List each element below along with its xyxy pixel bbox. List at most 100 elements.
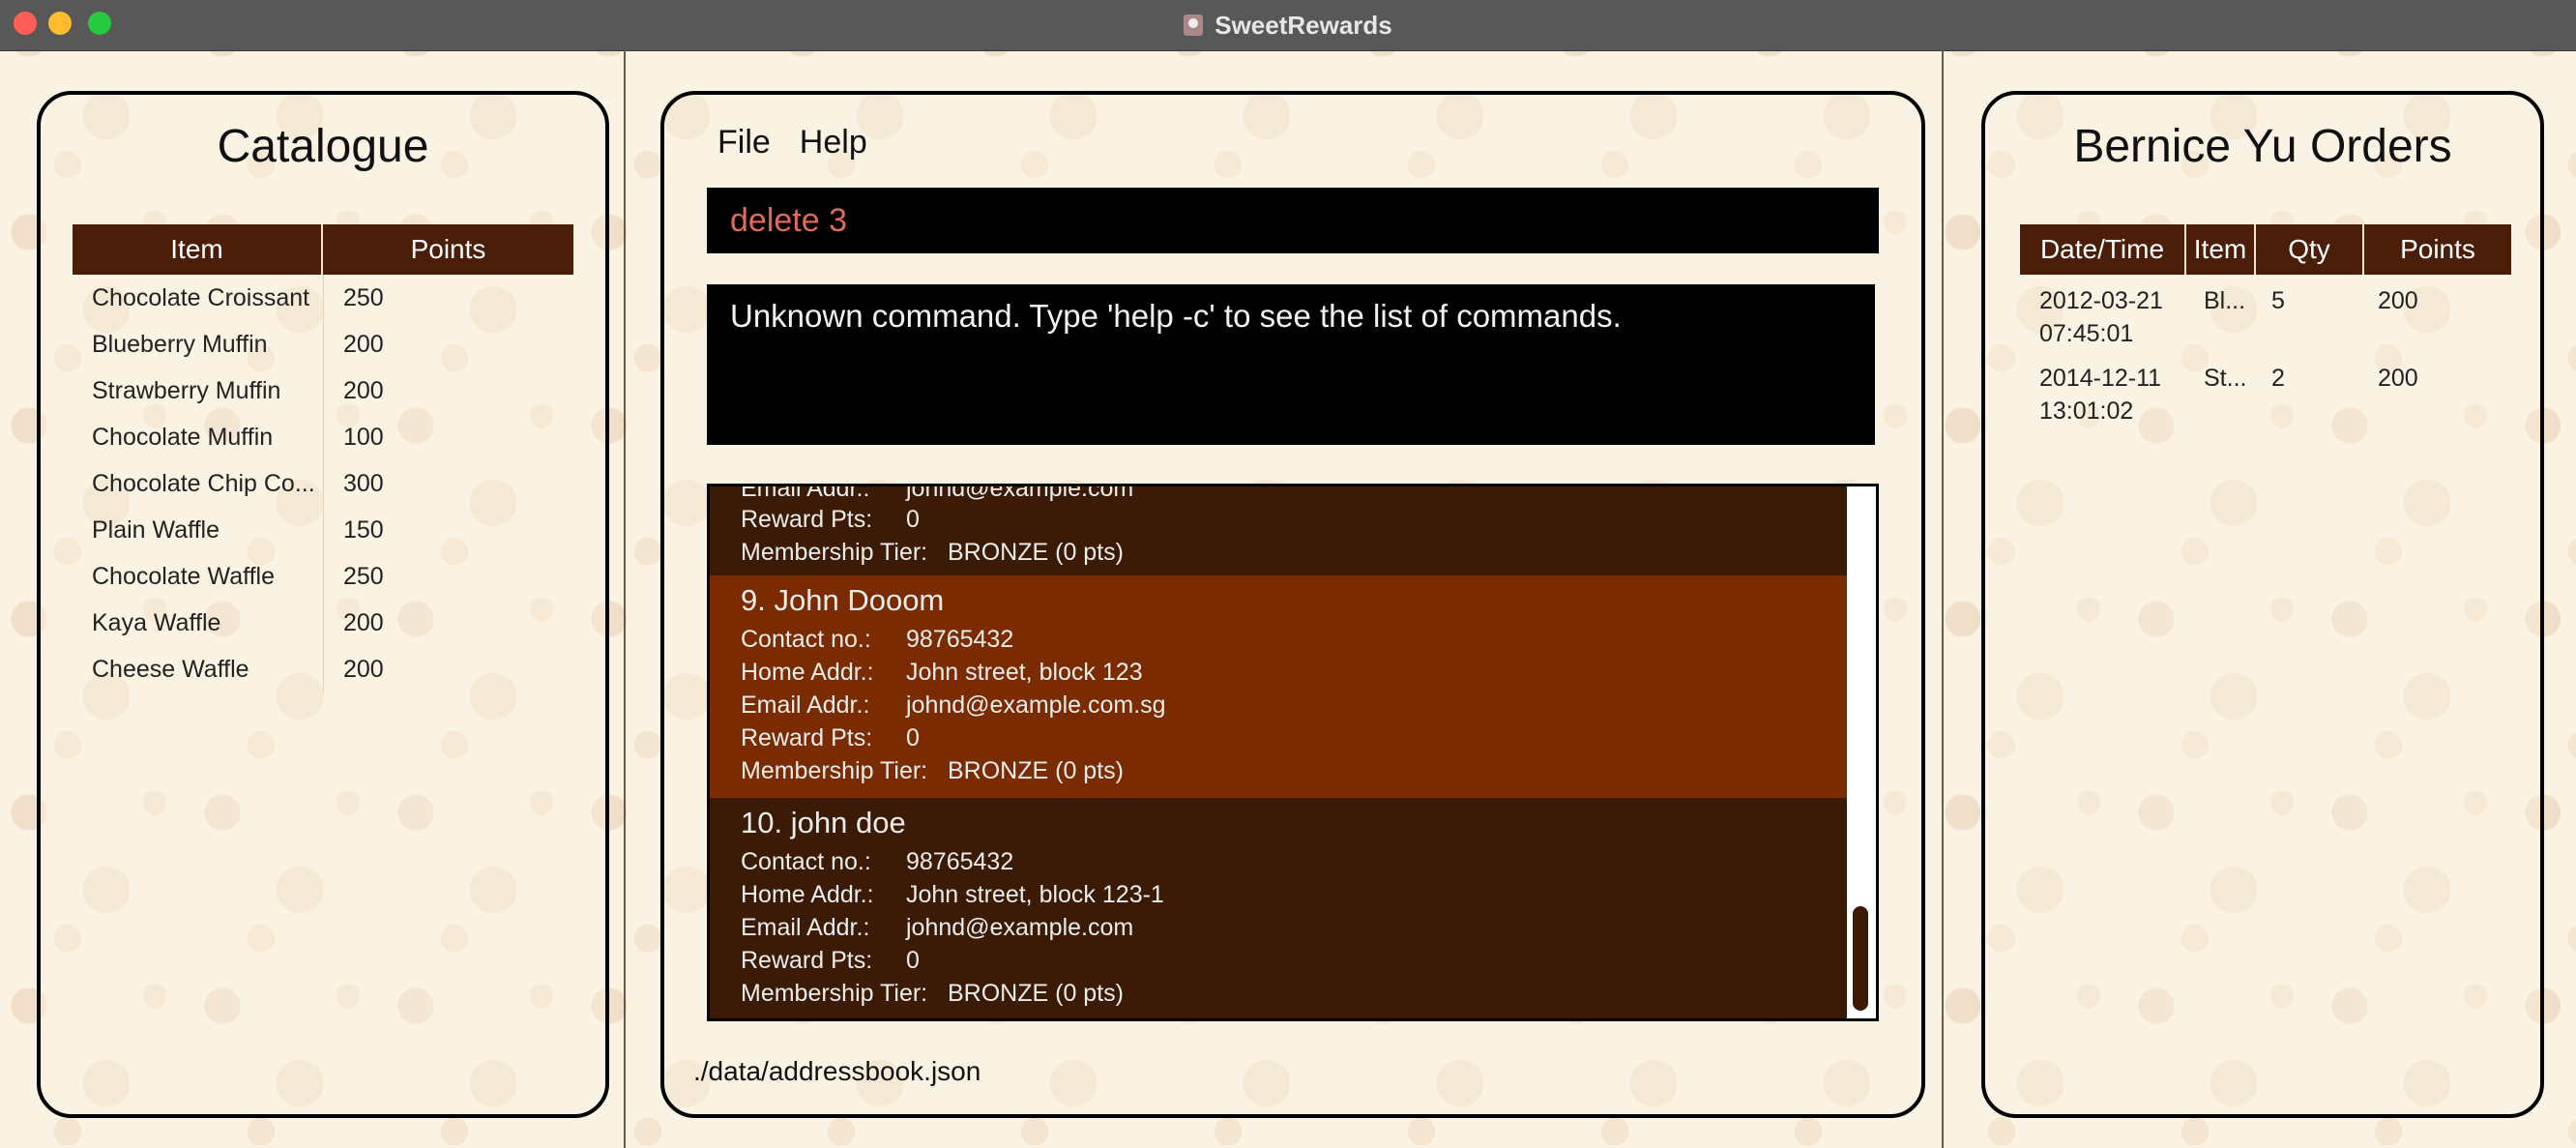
order-row[interactable]: 2012-03-21 07:45:01 Bl... 5 200 [2020, 275, 2511, 352]
customer-card[interactable]: 10. john doe Contact no.: 98765432 Home … [710, 798, 1847, 1018]
order-date: 2014-12-11 [2039, 365, 2162, 392]
column-header-item[interactable]: Item [2186, 224, 2256, 275]
customer-card-selected[interactable]: 9. John Dooom Contact no.: 98765432 Home… [710, 575, 1847, 798]
catalogue-rows: Chocolate Croissant 250 Blueberry Muffin 20… [73, 275, 573, 692]
order-points: 200 [2378, 287, 2418, 314]
contact-value: 98765432 [906, 848, 1014, 875]
customer-index: 10. [741, 806, 783, 839]
customer-list-viewport: Email Addr.: johnd@example.com Reward Pt… [710, 486, 1847, 1018]
column-header-qty[interactable]: Qty [2256, 224, 2364, 275]
list-scrollbar[interactable] [1847, 486, 1876, 1018]
tier-value: BRONZE (0 pts) [948, 980, 1124, 1007]
status-bar-path: ./data/addressbook.json [693, 1056, 981, 1086]
reward-value: 0 [906, 947, 920, 974]
catalogue-item-points: 300 [343, 469, 384, 497]
tier-label: Membership Tier: [741, 980, 928, 1007]
catalogue-item-name: Chocolate Muffin [73, 414, 324, 460]
reward-line: Reward Pts: 0 [741, 947, 920, 975]
contact-value: 98765432 [906, 626, 1014, 653]
contact-label: Contact no.: [741, 848, 871, 875]
command-input[interactable]: delete 3 [707, 188, 1879, 253]
split-divider-left[interactable] [624, 50, 626, 1148]
catalogue-row[interactable]: Chocolate Chip Co... 300 [73, 460, 573, 507]
home-value: John street, block 123-1 [906, 881, 1164, 908]
catalogue-row[interactable]: Strawberry Muffin 200 [73, 368, 573, 414]
column-header-points[interactable]: Points [323, 224, 573, 275]
contact-line: Contact no.: 98765432 [741, 626, 1013, 654]
tier-line: Membership Tier: BRONZE (0 pts) [741, 757, 1124, 785]
catalogue-item-name: Strawberry Muffin [73, 368, 324, 414]
catalogue-item-points: 200 [343, 655, 384, 683]
catalogue-item-name: Cheese Waffle [73, 646, 324, 692]
orders-table-header: Date/Time Item Qty Points [2020, 224, 2511, 275]
catalogue-item-points: 250 [343, 283, 384, 311]
tier-value: BRONZE (0 pts) [948, 539, 1124, 566]
split-divider-right[interactable] [1942, 50, 1944, 1148]
order-points: 200 [2378, 365, 2418, 392]
email-line: Email Addr.: johnd@example.com [741, 914, 1133, 942]
home-value: John street, block 123 [906, 659, 1143, 686]
order-row[interactable]: 2014-12-11 13:01:02 St... 2 200 [2020, 352, 2511, 429]
catalogue-item-points: 150 [343, 515, 384, 544]
catalogue-item-points: 200 [343, 608, 384, 636]
catalogue-table: Item Points Chocolate Croissant 250 Bluebe… [73, 224, 573, 692]
app-icon [1184, 15, 1204, 36]
catalogue-row[interactable]: Blueberry Muffin 200 [73, 321, 573, 368]
order-item: Bl... [2204, 287, 2246, 314]
customer-list[interactable]: Email Addr.: johnd@example.com Reward Pt… [707, 484, 1879, 1021]
home-label: Home Addr.: [741, 659, 874, 686]
catalogue-item-name: Kaya Waffle [73, 600, 324, 646]
email-line: Email Addr.: johnd@example.com [741, 486, 1133, 503]
catalogue-row[interactable]: Kaya Waffle 200 [73, 600, 573, 646]
customer-index: 9. [741, 583, 766, 617]
catalogue-row[interactable]: Plain Waffle 150 [73, 507, 573, 553]
menu-file[interactable]: File [717, 124, 771, 162]
reward-label: Reward Pts: [741, 947, 873, 974]
order-qty: 2 [2271, 365, 2285, 392]
catalogue-row[interactable]: Chocolate Croissant 250 [73, 275, 573, 321]
orders-panel: Bernice Yu Orders Date/Time Item Qty Poi… [1981, 91, 2544, 1118]
catalogue-row[interactable]: Cheese Waffle 200 [73, 646, 573, 692]
customer-name-line: 10. john doe [741, 806, 906, 840]
list-scrollbar-thumb[interactable] [1853, 906, 1868, 1011]
main-panel: File Help delete 3 Unknown command. Type… [660, 91, 1925, 1118]
email-label: Email Addr.: [741, 914, 870, 941]
column-header-item[interactable]: Item [73, 224, 323, 275]
order-time: 13:01:02 [2039, 397, 2134, 425]
order-time: 07:45:01 [2039, 320, 2134, 347]
reward-label: Reward Pts: [741, 506, 873, 533]
column-header-points[interactable]: Points [2364, 224, 2511, 275]
catalogue-item-points: 200 [343, 330, 384, 358]
window-title: SweetRewards [1215, 10, 1392, 40]
catalogue-item-name: Chocolate Waffle [73, 553, 324, 600]
catalogue-row[interactable]: Chocolate Waffle 250 [73, 553, 573, 600]
home-label: Home Addr.: [741, 881, 874, 908]
tier-line: Membership Tier: BRONZE (0 pts) [741, 980, 1124, 1008]
email-value: johnd@example.com [906, 914, 1134, 941]
catalogue-item-name: Chocolate Croissant [73, 275, 324, 321]
catalogue-item-points: 250 [343, 562, 384, 590]
home-line: Home Addr.: John street, block 123-1 [741, 881, 1164, 909]
catalogue-title: Catalogue [217, 121, 429, 172]
title-bar: SweetRewards [0, 0, 2576, 51]
tier-label: Membership Tier: [741, 757, 928, 784]
customer-card[interactable]: Email Addr.: johnd@example.com Reward Pt… [710, 486, 1847, 566]
orders-rows: 2012-03-21 07:45:01 Bl... 5 200 2014-12-11 13:… [2020, 275, 2511, 429]
order-datetime: 2014-12-11 13:01:02 [2020, 352, 2184, 429]
orders-title: Bernice Yu Orders [2073, 121, 2452, 172]
menu-help[interactable]: Help [800, 124, 867, 162]
tier-label: Membership Tier: [741, 539, 928, 566]
reward-label: Reward Pts: [741, 724, 873, 751]
orders-table: Date/Time Item Qty Points 2012-03-21 07:4… [2020, 224, 2511, 429]
tier-line: Membership Tier: BRONZE (0 pts) [741, 539, 1124, 567]
catalogue-row[interactable]: Chocolate Muffin 100 [73, 414, 573, 460]
catalogue-item-points: 100 [343, 423, 384, 451]
reward-line: Reward Pts: 0 [741, 724, 920, 752]
order-datetime: 2012-03-21 07:45:01 [2020, 275, 2184, 352]
email-label: Email Addr.: [741, 486, 870, 502]
menu-bar: File Help [717, 124, 867, 162]
customer-name: john doe [790, 806, 906, 839]
column-header-datetime[interactable]: Date/Time [2020, 224, 2186, 275]
email-value: johnd@example.com.sg [906, 692, 1166, 719]
reward-value: 0 [906, 724, 920, 751]
